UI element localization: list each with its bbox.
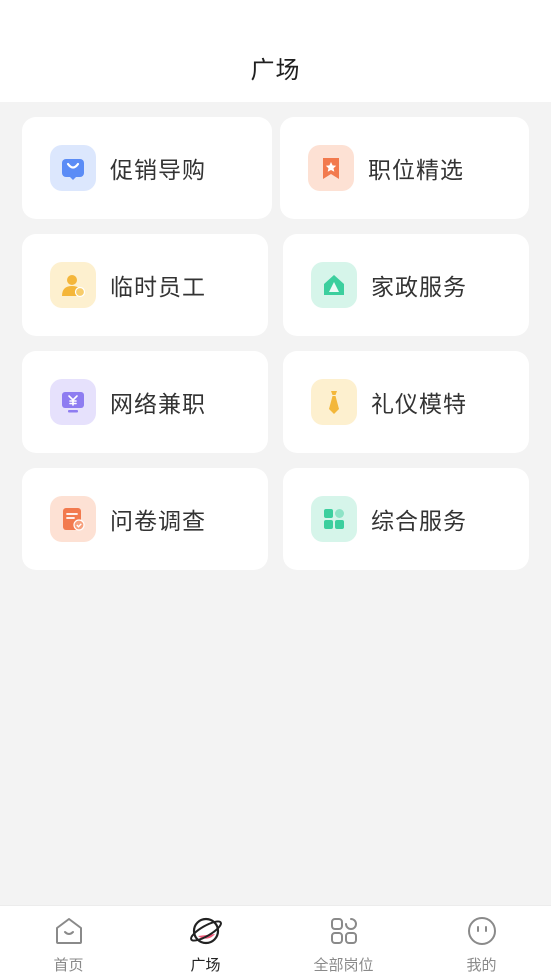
smiley-icon <box>465 914 499 948</box>
shopping-bag-icon <box>50 145 96 191</box>
grid-blocks-icon <box>311 496 357 542</box>
category-label: 促销导购 <box>110 158 206 184</box>
tab-label: 我的 <box>466 956 497 974</box>
star-bookmark-icon <box>308 145 354 191</box>
top-header: 广场 <box>0 0 551 102</box>
apps-grid-icon <box>327 914 361 948</box>
home-icon <box>52 914 86 948</box>
category-card-featured-jobs[interactable]: 职位精选 <box>280 117 529 219</box>
category-card-general-services[interactable]: 综合服务 <box>283 468 529 570</box>
category-card-online-part-time[interactable]: 网络兼职 <box>22 351 268 453</box>
planet-icon <box>189 914 223 948</box>
tab-home[interactable]: 首页 <box>0 906 137 979</box>
tab-square[interactable]: 广场 <box>137 906 274 979</box>
category-label: 问卷调查 <box>110 509 206 535</box>
category-label: 网络兼职 <box>110 392 206 418</box>
house-icon <box>311 262 357 308</box>
survey-icon <box>50 496 96 542</box>
tab-label: 广场 <box>190 956 221 974</box>
tie-icon <box>311 379 357 425</box>
category-card-etiquette-model[interactable]: 礼仪模特 <box>283 351 529 453</box>
category-label: 家政服务 <box>371 275 467 301</box>
category-card-temp-staff[interactable]: 临时员工 <box>22 234 268 336</box>
page-title: 广场 <box>250 56 301 84</box>
category-card-housekeeping[interactable]: 家政服务 <box>283 234 529 336</box>
category-label: 综合服务 <box>371 509 467 535</box>
tab-all-jobs[interactable]: 全部岗位 <box>275 906 412 979</box>
tab-mine[interactable]: 我的 <box>413 906 550 979</box>
monitor-yen-icon <box>50 379 96 425</box>
category-label: 礼仪模特 <box>371 392 467 418</box>
tab-label: 全部岗位 <box>313 956 374 974</box>
category-card-survey[interactable]: 问卷调查 <box>22 468 268 570</box>
category-card-promotion[interactable]: 促销导购 <box>22 117 272 219</box>
tab-label: 首页 <box>53 956 84 974</box>
category-label: 职位精选 <box>368 158 464 184</box>
bottom-tab-bar: 首页 广场 全部岗位 我的 <box>0 905 551 979</box>
worker-icon <box>50 262 96 308</box>
category-label: 临时员工 <box>110 275 206 301</box>
